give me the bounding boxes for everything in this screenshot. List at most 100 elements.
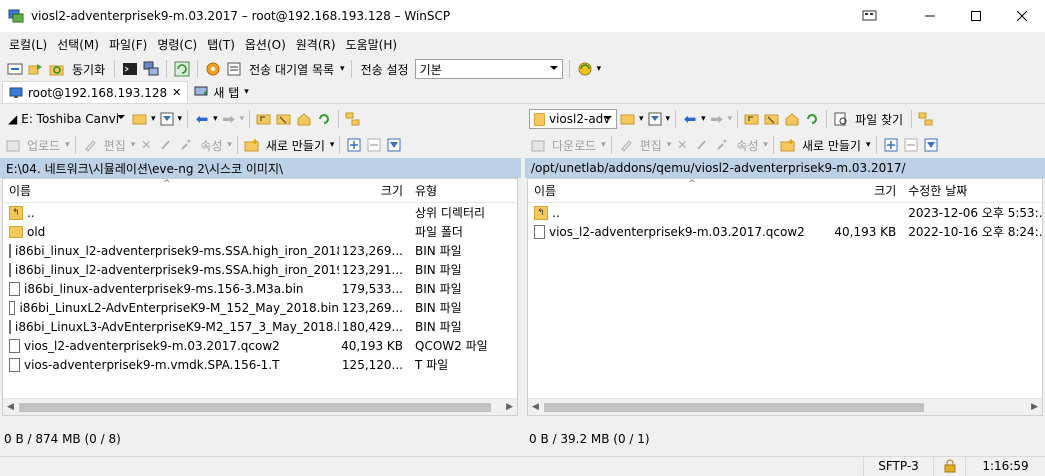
rename-icon[interactable] [157,136,175,154]
refresh-icon[interactable] [803,110,821,128]
queue-list-button[interactable]: 전송 대기열 목록 [246,61,337,78]
back-arrow-icon[interactable]: ⬅ [681,110,699,128]
tree-view-icon[interactable] [344,110,362,128]
table-row[interactable]: ↰.. 2023-12-06 오후 5:53:... [528,203,1042,222]
download-button[interactable]: 다운로드 [549,137,599,154]
forward-arrow-icon[interactable]: ➡ [708,110,726,128]
filter-select-icon[interactable] [385,136,403,154]
open-folder-icon[interactable] [619,110,637,128]
chevron-down-icon[interactable]: ▾ [151,114,156,124]
home-icon[interactable] [295,110,313,128]
table-row[interactable]: i86bi_linux_l2-adventerprisek9-ms.SSA.hi… [3,260,517,279]
sync-button[interactable]: 동기화 [69,61,108,78]
download-icon[interactable] [529,136,547,154]
console-icon[interactable] [121,60,139,78]
properties-icon[interactable] [177,136,195,154]
column-size[interactable]: 크기 [832,179,902,203]
rename-icon[interactable] [693,136,711,154]
local-horizontal-scrollbar[interactable]: ◀ ▶ [3,398,517,415]
column-size[interactable]: 크기 [339,179,409,203]
chevron-down-icon[interactable]: ▾ [639,114,644,124]
lock-icon[interactable] [933,456,965,476]
menu-file[interactable]: 파일(F) [104,36,152,53]
menu-select[interactable]: 선택(M) [52,36,104,53]
queue-dropdown-arrow-icon[interactable]: ▾ [340,64,345,74]
queue-icon[interactable] [225,60,243,78]
keyboard-icon[interactable] [862,9,878,23]
table-row[interactable]: vios_l2-adventerprisek9-m.03.2017.qcow2 4… [528,222,1042,241]
putty-icon[interactable] [142,60,160,78]
column-name[interactable]: 이름 [3,179,339,203]
chevron-down-icon[interactable]: ▾ [667,140,672,150]
scroll-left-arrow-icon[interactable]: ◀ [532,402,539,412]
select-all-plus-icon[interactable] [882,136,900,154]
menu-remote[interactable]: 원격(R) [291,36,341,53]
chevron-down-icon[interactable]: ▾ [227,140,232,150]
remote-horizontal-scrollbar[interactable]: ◀ ▶ [528,398,1042,415]
scroll-right-arrow-icon[interactable]: ▶ [1031,402,1038,412]
filter-icon[interactable] [158,110,176,128]
column-date[interactable]: 수정한 날짜 [902,179,1042,203]
menu-help[interactable]: 도움말(H) [341,36,403,53]
deselect-minus-icon[interactable] [365,136,383,154]
close-icon[interactable]: ✕ [172,86,181,99]
parent-directory-icon[interactable] [743,110,761,128]
edit-icon[interactable] [81,136,99,154]
chevron-down-icon[interactable]: ▾ [65,140,70,150]
properties-icon[interactable] [713,136,731,154]
find-files-button[interactable]: 파일 찾기 [852,111,906,128]
column-name[interactable]: 이름 [528,179,832,203]
menu-command[interactable]: 명령(C) [152,36,202,53]
update-globe-icon[interactable] [576,60,594,78]
home-icon[interactable] [783,110,801,128]
chevron-down-icon[interactable]: ▾ [178,114,183,124]
root-directory-icon[interactable] [763,110,781,128]
local-file-list[interactable]: ^ 이름 크기 유형 ↰.. 상위 디렉터리 old 파일 폴더 i86bi_linux… [2,178,518,416]
table-row[interactable]: ↰.. 상위 디렉터리 [3,203,517,222]
local-drive-select[interactable]: ◢ E: Toshiba Canvi [4,109,129,129]
table-row[interactable]: i86bi_linux-adventerprisek9-ms.156-3.M3a… [3,279,517,298]
chevron-down-icon[interactable]: ▾ [728,114,733,124]
remote-dir-select[interactable]: viosl2-adv [529,109,617,129]
chevron-down-icon[interactable]: ▾ [601,140,606,150]
tab-session[interactable]: root@192.168.193.128 ✕ [2,81,189,103]
chevron-down-icon[interactable]: ▾ [330,140,335,150]
table-row[interactable]: vios_l2-adventerprisek9-m.03.2017.qcow2 4… [3,336,517,355]
deselect-minus-icon[interactable] [902,136,920,154]
chevron-down-icon[interactable]: ▾ [213,114,218,124]
chevron-down-icon[interactable]: ▾ [240,114,245,124]
chevron-down-icon[interactable]: ▾ [666,114,671,124]
table-row[interactable]: i86bi_LinuxL3-AdvEnterpriseK9-M2_157_3_M… [3,317,517,336]
root-directory-icon[interactable] [275,110,293,128]
chevron-down-icon[interactable]: ▾ [866,140,871,150]
table-row[interactable]: i86bi_linux_l2-adventerprisek9-ms.SSA.hi… [3,241,517,260]
scroll-right-arrow-icon[interactable]: ▶ [506,402,513,412]
maximize-button[interactable] [953,0,999,32]
new-button[interactable]: 새로 만들기 [799,137,864,154]
chevron-down-icon[interactable]: ▾ [131,140,136,150]
new-button[interactable]: 새로 만들기 [263,137,328,154]
refresh-icon[interactable] [173,60,191,78]
close-button[interactable] [999,0,1045,32]
refresh-icon[interactable] [315,110,333,128]
scrollbar-thumb[interactable] [19,403,491,412]
synchronize-browsing-icon[interactable] [27,60,45,78]
filter-select-icon[interactable] [922,136,940,154]
new-folder-icon[interactable] [779,136,797,154]
edit-icon[interactable] [617,136,635,154]
remote-path-bar[interactable]: /opt/unetlab/addons/qemu/viosl2-adventer… [525,158,1045,178]
new-folder-icon[interactable] [243,136,261,154]
tree-view-icon[interactable] [917,110,935,128]
table-row[interactable]: vios-adventerprisek9-m.vmdk.SPA.156-1.T 1… [3,355,517,374]
scrollbar-thumb[interactable] [544,403,924,412]
transfer-preset-select[interactable]: 기본 [414,59,563,79]
sync-folders-icon[interactable] [48,60,66,78]
remote-file-list[interactable]: ^ 이름 크기 수정한 날짜 ↰.. 2023-12-06 오후 5:53:...… [527,178,1043,416]
compare-directories-icon[interactable] [6,60,24,78]
table-row[interactable]: i86bi_LinuxL2-AdvEnterpriseK9-M_152_May_… [3,298,517,317]
find-files-icon[interactable] [832,110,850,128]
scroll-left-arrow-icon[interactable]: ◀ [7,402,14,412]
filter-icon[interactable] [646,110,664,128]
update-dropdown-arrow-icon[interactable]: ▾ [597,64,602,74]
edit-button[interactable]: 편집 [101,137,129,154]
